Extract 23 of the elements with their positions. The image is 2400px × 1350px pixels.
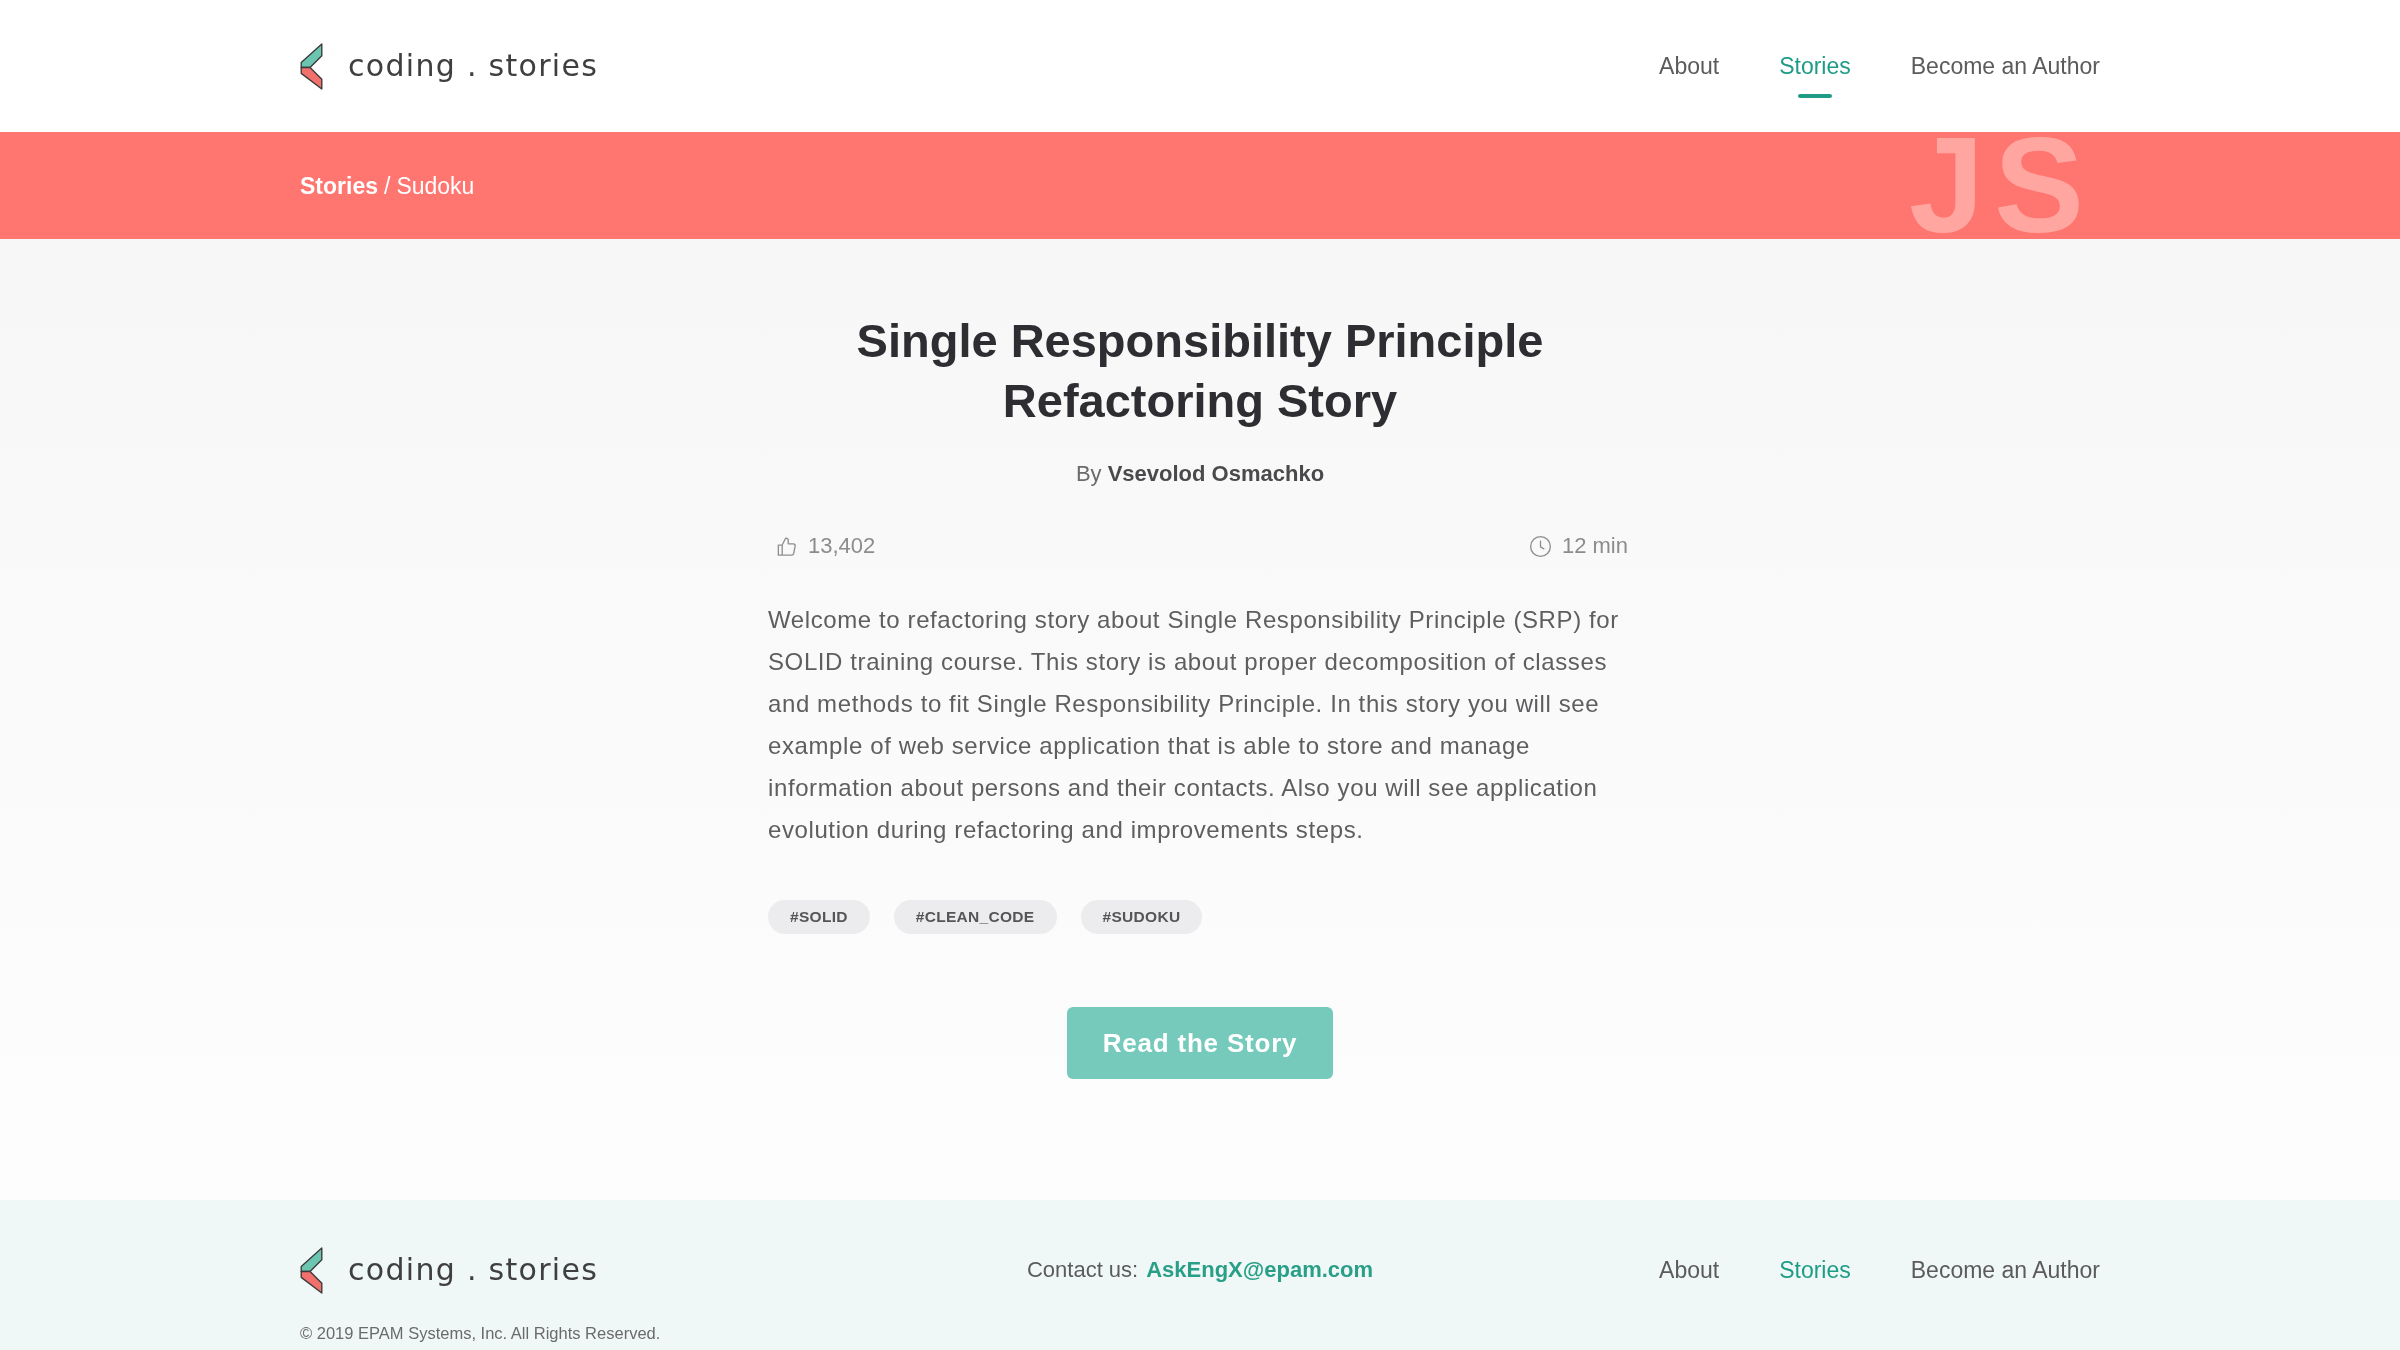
story-title: Single Responsibility Principle Refactoring Story: [855, 313, 1545, 429]
read-time: 12 min: [1561, 532, 1628, 560]
nav-link[interactable]: Become an Author: [1910, 34, 2100, 98]
logo-text[interactable]: coding . stories: [348, 1252, 599, 1288]
copyright-text: © 2019 EPAM Systems, Inc. All Rights Reserved.: [300, 1323, 662, 1344]
clock-icon: [1528, 534, 1552, 558]
logo-text[interactable]: coding . stories: [348, 48, 599, 84]
chevron-logo-icon: [300, 42, 324, 90]
contact-label: Contact us:: [1026, 1256, 1139, 1284]
breadcrumb-separator: /: [384, 171, 391, 201]
nav-link[interactable]: Stories: [1779, 34, 1851, 98]
footer-nav-link[interactable]: About: [1659, 1255, 1720, 1285]
nav-link[interactable]: About: [1659, 34, 1720, 98]
tag-chip[interactable]: #CLEAN_CODE: [893, 900, 1057, 934]
tag-chip[interactable]: #SUDOKU: [1080, 900, 1203, 934]
likes-count: 13,402: [808, 532, 876, 560]
tag-chip[interactable]: #SOLID: [768, 900, 870, 934]
footer-nav-link[interactable]: Stories: [1779, 1255, 1851, 1285]
footer-nav-link[interactable]: Become an Author: [1910, 1255, 2100, 1285]
chevron-logo-icon: [300, 1246, 324, 1294]
author-byline: By Vsevolod Osmachko: [1074, 460, 1326, 488]
thumbs-up-icon[interactable]: [775, 534, 798, 558]
story-description: Welcome to refactoring story about Single Responsibility Principle (SRP) for SOLID training course. This story is about proper decomposition of classes and methods to fit Single Responsibility Principle. In this story you will see example of web service application that is able to store and manage information about persons and their contacts. Also you will see application evolution during refactoring and improvements steps.: [768, 605, 1620, 845]
